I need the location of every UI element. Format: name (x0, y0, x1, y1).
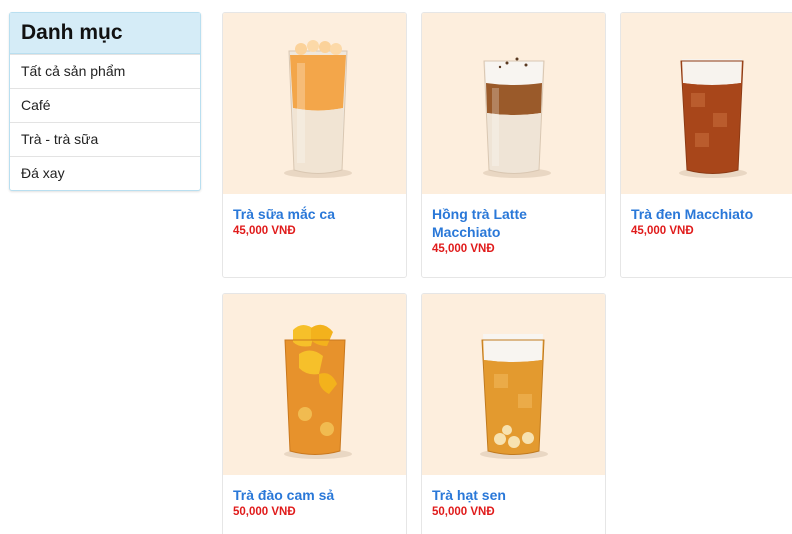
product-card[interactable]: Trà sữa mắc ca 45,000 VNĐ (222, 12, 407, 278)
product-grid: Trà sữa mắc ca 45,000 VNĐ Hồng trà Latte… (222, 12, 792, 534)
product-image[interactable] (223, 294, 406, 475)
product-price: 50,000 VNĐ (432, 506, 495, 518)
category-sidebar: Danh mục Tất cả sản phẩm Café Trà - trà … (9, 12, 201, 191)
sidebar-item-tea[interactable]: Trà - trà sữa (10, 122, 200, 156)
product-card[interactable]: Trà đen Macchiato 45,000 VNĐ (620, 12, 792, 278)
latte-macchiato-icon (483, 57, 551, 178)
lotus-seed-tea-icon (480, 334, 548, 459)
product-name[interactable]: Trà đen Macchiato (621, 194, 792, 223)
product-card[interactable]: Hồng trà Latte Macchiato 45,000 VNĐ (421, 12, 606, 278)
sidebar-item-ice-blended[interactable]: Đá xay (10, 156, 200, 190)
sidebar-title: Danh mục (10, 13, 200, 54)
sidebar-item-cafe[interactable]: Café (10, 88, 200, 122)
product-image[interactable] (223, 13, 406, 194)
peach-tea-icon (284, 324, 352, 459)
product-price: 45,000 VNĐ (631, 225, 694, 237)
product-image[interactable] (422, 13, 605, 194)
sidebar-item-all-products[interactable]: Tất cả sản phẩm (10, 54, 200, 88)
black-tea-macchiato-icon (679, 59, 747, 178)
product-card[interactable]: Trà hạt sen 50,000 VNĐ (421, 293, 606, 534)
product-image[interactable] (621, 13, 792, 194)
product-price: 45,000 VNĐ (432, 243, 495, 255)
product-name[interactable]: Trà đào cam sả (223, 475, 406, 504)
product-card[interactable]: Trà đào cam sả 50,000 VNĐ (222, 293, 407, 534)
product-name[interactable]: Hồng trà Latte Macchiato (422, 194, 605, 241)
product-name[interactable]: Trà sữa mắc ca (223, 194, 406, 223)
product-price: 45,000 VNĐ (233, 225, 296, 237)
product-image[interactable] (422, 294, 605, 475)
milk-tea-macadamia-icon (284, 40, 352, 178)
product-name[interactable]: Trà hạt sen (422, 475, 605, 504)
product-price: 50,000 VNĐ (233, 506, 296, 518)
